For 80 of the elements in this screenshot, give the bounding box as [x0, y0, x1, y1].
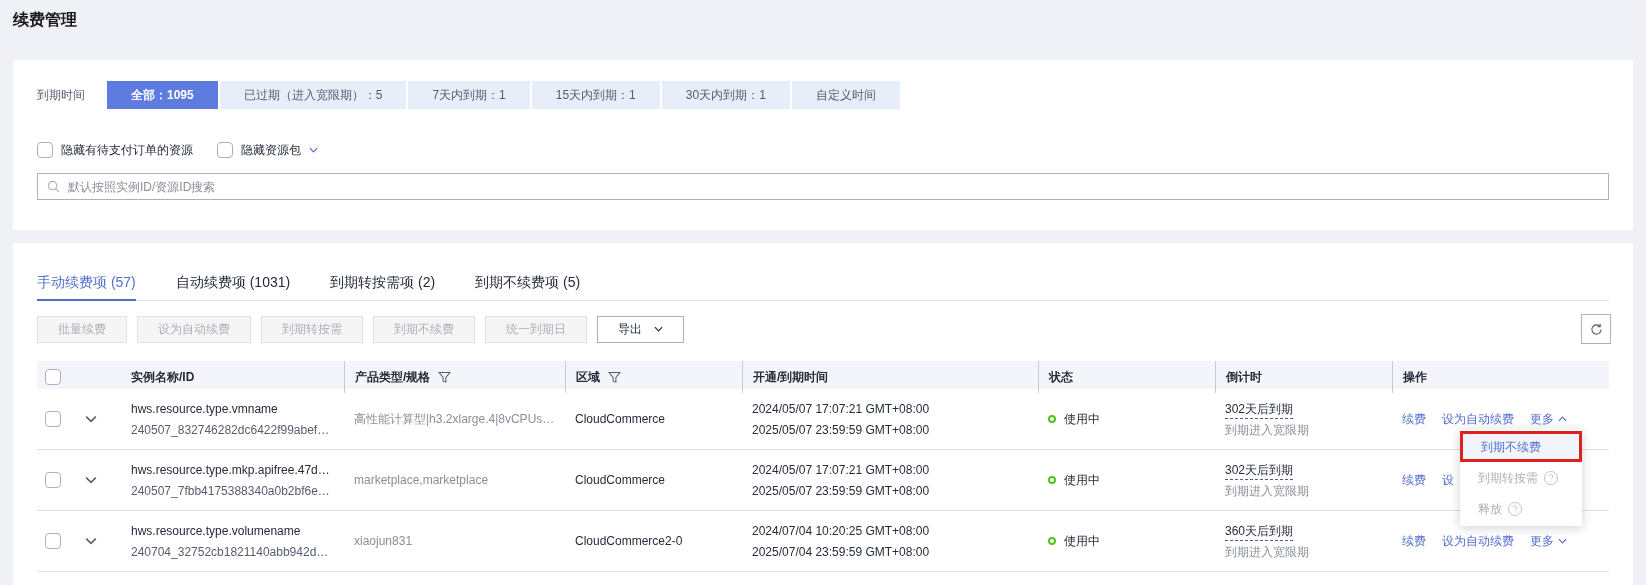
tab[interactable]: 自动续费项 (1031) [175, 265, 291, 301]
status-text: 使用中 [1064, 472, 1100, 489]
column-header: 状态 [1049, 369, 1073, 386]
start-time: 2024/07/04 10:20:25 GMT+08:00 [752, 522, 931, 540]
column-header: 开通/到期时间 [753, 369, 829, 386]
start-time: 2024/05/07 17:07:21 GMT+08:00 [752, 461, 931, 479]
filter-option[interactable]: 全部：1095 [107, 81, 218, 109]
more-link[interactable]: 更多 [1530, 532, 1567, 550]
countdown: 302天后到期 [1225, 460, 1294, 480]
status-icon [1048, 537, 1056, 545]
filter-option[interactable]: 自定义时间 [791, 81, 900, 109]
action-link[interactable]: 设为自动续费 [1442, 532, 1514, 550]
filter-option[interactable]: 已过期（进入宽限期）：5 [219, 81, 407, 109]
column-header: 操作 [1403, 369, 1427, 386]
filter-option[interactable]: 30天内到期：1 [661, 81, 790, 109]
countdown: 302天后到期 [1225, 399, 1294, 419]
filter-icon[interactable] [608, 370, 621, 384]
status-icon [1048, 415, 1056, 423]
end-time: 2025/05/07 23:59:59 GMT+08:00 [752, 421, 931, 439]
chevron-down-icon [309, 147, 318, 153]
countdown: 360天后到期 [1225, 521, 1294, 541]
checkbox[interactable] [45, 369, 61, 385]
action-link[interactable]: 续费 [1402, 532, 1426, 550]
end-time: 2025/07/04 23:59:59 GMT+08:00 [752, 543, 931, 561]
table-cell-text: 高性能计算型|h3.2xlarge.4|8vCPUs… [353, 411, 556, 428]
instance-id: 240507_832746282dc6422f99abef… [131, 421, 331, 439]
instance-id: 240704_32752cb1821140abb942d… [131, 543, 330, 561]
start-time: 2024/05/07 17:07:21 GMT+08:00 [752, 400, 931, 418]
instance-name: hws.resource.type.mkp.apifree.47d… [131, 461, 331, 479]
column-header: 倒计时 [1226, 369, 1262, 386]
option-label: 隐藏有待支付订单的资源 [61, 142, 193, 159]
table-cell-text: marketplace,marketplace [353, 472, 490, 489]
page-title: 续费管理 [13, 10, 78, 30]
column-header: 产品类型/规格 [355, 369, 431, 386]
column-header: 区域 [576, 369, 600, 386]
action-link[interactable]: 设为自动续费 [1442, 410, 1514, 428]
refresh-button[interactable] [1581, 314, 1611, 344]
status-text: 使用中 [1064, 533, 1100, 550]
countdown-note: 到期进入宽限期 [1225, 421, 1309, 439]
tab[interactable]: 到期不续费项 (5) [475, 265, 581, 301]
search-icon [47, 180, 60, 193]
countdown-note: 到期进入宽限期 [1225, 543, 1309, 561]
filter-option[interactable]: 15天内到期：1 [531, 81, 660, 109]
tab[interactable]: 手动续费项 (57) [37, 265, 136, 301]
countdown-note: 到期进入宽限期 [1225, 482, 1309, 500]
table-cell-text: CloudCommerce2-0 [574, 533, 684, 550]
refresh-icon [1589, 322, 1603, 336]
checkbox[interactable] [217, 142, 233, 158]
chevron-down-icon [654, 326, 663, 332]
action-link[interactable]: 续费 [1402, 471, 1426, 489]
checkbox[interactable] [45, 472, 61, 488]
filter-icon[interactable] [438, 370, 452, 384]
action-link[interactable]: 设 [1442, 471, 1454, 489]
checkbox[interactable] [37, 142, 53, 158]
filter-label: 到期时间 [37, 87, 86, 104]
table-cell-text: CloudCommerce [574, 411, 667, 428]
expand-icon [85, 537, 97, 545]
checkbox[interactable] [45, 533, 61, 549]
instance-id: 240507_7fbb4175388340a0b2bf6e… [131, 482, 331, 500]
expand-icon [85, 476, 97, 484]
instance-name: hws.resource.type.vmname [131, 400, 279, 418]
instance-name: hws.resource.type.volumename [131, 522, 302, 540]
search-field[interactable]: 默认按照实例ID/资源ID搜索 [37, 173, 1609, 200]
status-icon [1048, 476, 1056, 484]
checkbox[interactable] [45, 411, 61, 427]
more-link[interactable]: 更多 [1530, 410, 1567, 428]
chevron-up-icon [1558, 416, 1567, 422]
chevron-down-icon [1558, 538, 1567, 544]
status-text: 使用中 [1064, 411, 1100, 428]
export-button[interactable]: 导出 [597, 315, 684, 343]
filter-option[interactable]: 7天内到期：1 [408, 81, 530, 109]
menu-item[interactable]: 到期不续费 [1460, 431, 1582, 462]
end-time: 2025/05/07 23:59:59 GMT+08:00 [752, 482, 931, 500]
option-label: 隐藏资源包 [241, 142, 301, 159]
table-cell-text: xiaojun831 [353, 533, 414, 550]
table-cell-text: CloudCommerce [574, 472, 667, 489]
column-header: 实例名称/ID [131, 369, 195, 386]
tab[interactable]: 到期转按需项 (2) [330, 265, 436, 301]
expand-icon [85, 415, 97, 423]
action-link[interactable]: 续费 [1402, 410, 1426, 428]
